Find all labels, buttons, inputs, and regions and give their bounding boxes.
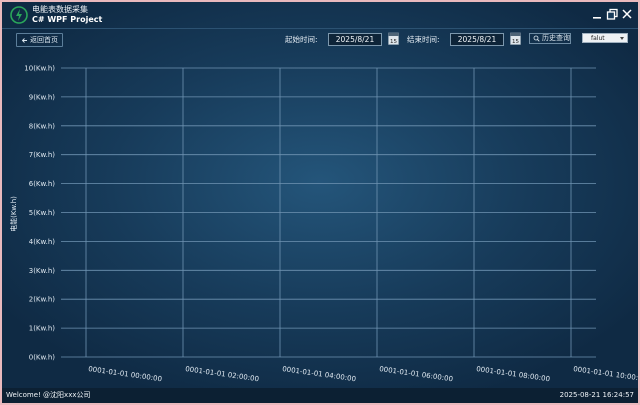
- welcome-text: Welcome! @沈阳xxx公司: [6, 391, 91, 399]
- y-tick-label: 3(Kw.h): [29, 267, 56, 275]
- y-tick-label: 4(Kw.h): [29, 238, 56, 246]
- y-tick-label: 10(Kw.h): [24, 65, 55, 73]
- main-window: 电能表数据采集 C# WPF Project 返回首页 起始时间: 2025/8…: [2, 2, 638, 403]
- y-tick-label: 5(Kw.h): [29, 209, 56, 217]
- x-tick-label: 0001-01-01 02:00:00: [185, 365, 260, 383]
- status-bar: Welcome! @沈阳xxx公司 2025-08-21 16:24:57: [2, 388, 638, 403]
- energy-chart: 10(Kw.h) 9(Kw.h) 8(Kw.h) 7(Kw.h) 6(Kw.h) 5(Kw…: [9, 65, 638, 384]
- x-tick-label: 0001-01-01 00:00:00: [88, 365, 163, 383]
- y-tick-label: 6(Kw.h): [29, 180, 56, 188]
- y-tick-label: 0(Kw.h): [29, 354, 56, 362]
- x-tick-label: 0001-01-01 06:00:00: [379, 365, 454, 383]
- y-tick-label: 1(Kw.h): [29, 325, 56, 333]
- y-tick-label: 7(Kw.h): [29, 151, 56, 159]
- y-tick-label: 8(Kw.h): [29, 122, 56, 130]
- x-tick-label: 0001-01-01 10:00:00: [573, 365, 638, 383]
- y-tick-label: 2(Kw.h): [29, 296, 56, 304]
- clock-text: 2025-08-21 16:24:57: [559, 391, 634, 399]
- y-axis-label: 电能(Kw.h): [9, 196, 18, 232]
- x-tick-label: 0001-01-01 08:00:00: [476, 365, 551, 383]
- x-tick-label: 0001-01-01 04:00:00: [282, 365, 357, 383]
- y-tick-label: 9(Kw.h): [29, 93, 56, 101]
